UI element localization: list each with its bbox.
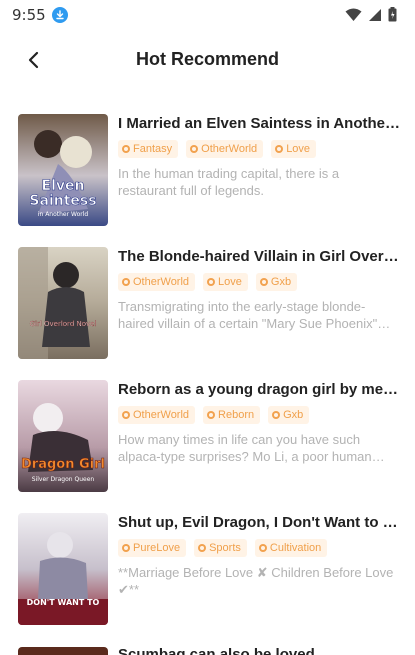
book-title: Scumbag can also be loved bbox=[118, 646, 315, 655]
tag-icon bbox=[207, 411, 216, 419]
book-cover: DON'T WANT TO bbox=[18, 513, 108, 625]
tag-icon bbox=[122, 544, 130, 552]
book-title: Reborn as a young dragon girl by meeting… bbox=[118, 381, 401, 398]
book-item[interactable]: Girl Overlord Novel The Blonde-haired Vi… bbox=[0, 245, 415, 378]
book-description: **Marriage Before Love ✘ Children Before… bbox=[118, 565, 394, 597]
tag-icon bbox=[272, 411, 281, 419]
cover-title: Girl Overlord Novel bbox=[30, 320, 97, 328]
status-icons bbox=[345, 7, 397, 22]
status-time: 9:55 bbox=[12, 6, 46, 24]
tag[interactable]: Love bbox=[203, 273, 248, 291]
tag-row: Fantasy OtherWorld Love bbox=[118, 140, 401, 158]
tag-icon bbox=[122, 278, 130, 286]
tag[interactable]: Love bbox=[271, 140, 317, 158]
tag[interactable]: Reborn bbox=[203, 406, 261, 424]
tag-icon bbox=[259, 278, 268, 286]
tag[interactable]: Gxb bbox=[268, 406, 310, 424]
status-bar: 9:55 bbox=[0, 0, 415, 30]
book-cover: Elven Saintess in Another World bbox=[18, 114, 108, 226]
tag-icon bbox=[122, 145, 130, 153]
book-title: The Blonde-haired Villain in Girl Overlo… bbox=[118, 248, 401, 265]
book-cover: Dragon Girl Silver Dragon Queen bbox=[18, 380, 108, 492]
cover-title: DON'T WANT TO bbox=[27, 598, 100, 607]
tag-icon bbox=[122, 411, 130, 419]
cover-subtitle: in Another World bbox=[38, 211, 89, 218]
signal-icon bbox=[369, 8, 381, 21]
book-cover: Girl Overlord Novel bbox=[18, 247, 108, 359]
tag[interactable]: PureLove bbox=[118, 539, 187, 557]
tag-row: PureLove Sports Cultivation bbox=[118, 539, 401, 557]
tag-row: OtherWorld Love Gxb bbox=[118, 273, 401, 291]
tag[interactable]: Cultivation bbox=[254, 539, 328, 557]
wifi-icon bbox=[345, 8, 362, 21]
book-description: Transmigrating into the early-stage blon… bbox=[118, 299, 378, 331]
book-item-partial[interactable]: Scumbag can also be loved bbox=[0, 645, 415, 655]
cover-title-line1: Elven bbox=[42, 178, 85, 194]
book-description: How many times in life can you have such… bbox=[118, 432, 372, 464]
book-item[interactable]: Dragon Girl Silver Dragon Queen Reborn a… bbox=[0, 378, 415, 511]
cover-title-line2: Saintess bbox=[29, 193, 96, 209]
tag-icon bbox=[275, 145, 284, 153]
book-cover bbox=[18, 647, 108, 655]
cover-title: Dragon Girl bbox=[21, 457, 105, 472]
tag[interactable]: Sports bbox=[194, 539, 247, 557]
cover-subtitle: Silver Dragon Queen bbox=[32, 476, 95, 483]
book-list: Elven Saintess in Another World I Marrie… bbox=[0, 112, 415, 644]
tag-icon bbox=[198, 544, 207, 552]
download-icon bbox=[51, 7, 68, 23]
tag-icon bbox=[190, 145, 199, 153]
tag[interactable]: Fantasy bbox=[118, 140, 179, 158]
tag[interactable]: OtherWorld bbox=[186, 140, 264, 158]
book-description: In the human trading capital, there is a… bbox=[118, 166, 340, 198]
battery-icon bbox=[388, 7, 397, 22]
tag[interactable]: OtherWorld bbox=[118, 406, 196, 424]
tag-row: OtherWorld Reborn Gxb bbox=[118, 406, 401, 424]
book-title: Shut up, Evil Dragon, I Don't Want to Ra… bbox=[118, 514, 401, 531]
book-item[interactable]: DON'T WANT TO Shut up, Evil Dragon, I Do… bbox=[0, 511, 415, 644]
tag-icon bbox=[207, 278, 216, 286]
tag[interactable]: OtherWorld bbox=[118, 273, 196, 291]
page-title: Hot Recommend bbox=[135, 49, 279, 69]
book-item[interactable]: Elven Saintess in Another World I Marrie… bbox=[0, 112, 415, 245]
book-title: I Married an Elven Saintess in Another W… bbox=[118, 115, 401, 132]
app-bar: Hot Recommend bbox=[0, 38, 415, 82]
tag-icon bbox=[258, 544, 267, 552]
tag[interactable]: Gxb bbox=[255, 273, 298, 291]
